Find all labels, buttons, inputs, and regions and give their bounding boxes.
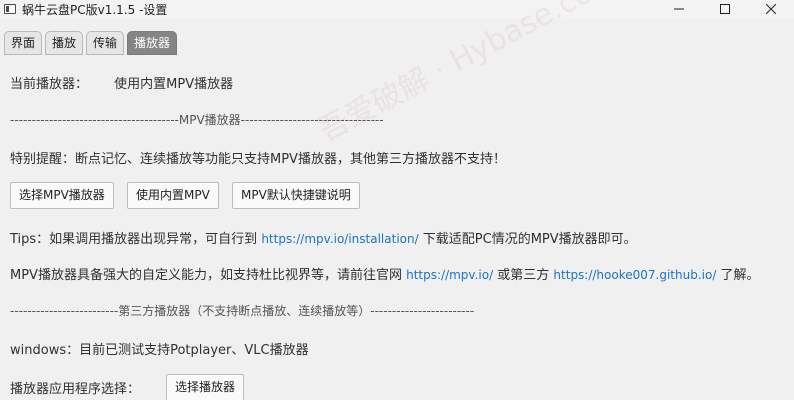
mpv-info-suffix: 了解。 [720, 268, 760, 283]
maximize-button[interactable] [702, 0, 748, 18]
maximize-icon [720, 4, 730, 14]
window-controls [656, 0, 794, 18]
use-builtin-mpv-button[interactable]: 使用内置MPV [127, 182, 219, 209]
tips-row: Tips：如果调用播放器出现异常，可自行到 https://mpv.io/ins… [10, 228, 637, 247]
player-app-select-label: 播放器应用程序选择： [10, 382, 141, 397]
tips-suffix: 下载适配PC情况的MPV播放器即可。 [422, 232, 637, 247]
tab-transfer[interactable]: 传输 [86, 31, 125, 55]
app-icon [4, 4, 16, 14]
select-player-button[interactable]: 选择播放器 [166, 374, 245, 400]
close-icon [766, 4, 776, 14]
title-bar: 蜗牛云盘PC版v1.1.5 -设置 [0, 0, 794, 18]
mpv-shortcuts-button[interactable]: MPV默认快捷键说明 [232, 182, 360, 209]
mpv-notice: 特别提醒：断点记忆、连续播放等功能只支持MPV播放器，其他第三方播放器不支持！ [10, 152, 506, 167]
window-title: 蜗牛云盘PC版v1.1.5 -设置 [22, 2, 168, 17]
settings-tabs: 界面 播放 传输 播放器 [0, 31, 180, 55]
minimize-button[interactable] [656, 0, 702, 18]
tab-interface[interactable]: 界面 [4, 31, 43, 55]
tab-playback[interactable]: 播放 [45, 31, 84, 55]
hooke007-link[interactable]: https://hooke007.github.io/ [553, 268, 716, 282]
mpv-section-divider: ---------------------------------------M… [10, 113, 384, 127]
tips-prefix: Tips：如果调用播放器出现异常，可自行到 [10, 232, 258, 247]
mpv-info-row: MPV播放器具备强大的自定义能力，如支持杜比视界等，请前往官网 https://… [10, 264, 760, 283]
windows-support-note: windows：目前已测试支持Potplayer、VLC播放器 [10, 343, 309, 358]
close-button[interactable] [748, 0, 794, 18]
current-player-value: 使用内置MPV播放器 [114, 77, 234, 92]
minimize-icon [674, 8, 684, 10]
mpv-info-middle: 或第三方 [497, 268, 550, 283]
current-player-row: 当前播放器： 使用内置MPV播放器 [10, 73, 233, 92]
tab-player[interactable]: 播放器 [127, 31, 178, 55]
mpv-info-prefix: MPV播放器具备强大的自定义能力，如支持杜比视界等，请前往官网 [10, 268, 402, 283]
current-player-label: 当前播放器： [10, 77, 89, 92]
third-party-divider: -------------------------第三方播放器（不支持断点播放、… [10, 304, 475, 318]
select-mpv-button[interactable]: 选择MPV播放器 [10, 182, 114, 209]
mpv-installation-link[interactable]: https://mpv.io/installation/ [261, 232, 418, 246]
mpv-official-link[interactable]: https://mpv.io/ [406, 268, 493, 282]
